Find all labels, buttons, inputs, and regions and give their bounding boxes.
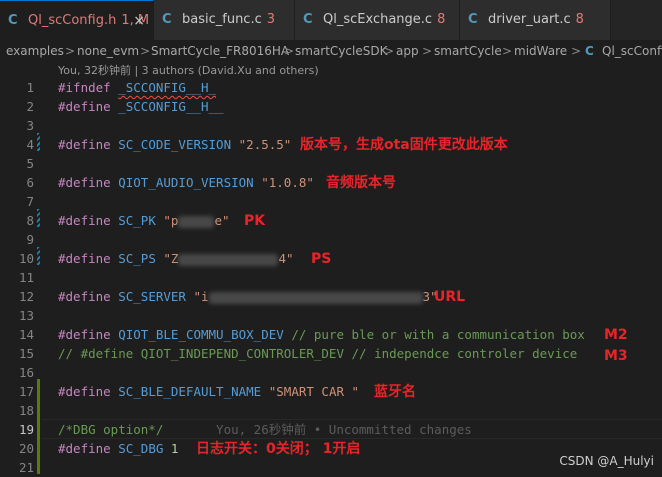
line-number: 13 bbox=[18, 308, 34, 323]
tab-label: Ql_scConfig.h bbox=[28, 13, 117, 28]
c-file-icon: C bbox=[585, 44, 594, 58]
breadcrumb-item[interactable]: Ql_scConfi bbox=[602, 40, 662, 62]
chevron-right-icon: > bbox=[502, 44, 513, 58]
code-line: #ifndef _SCCONFIG__H_ bbox=[58, 80, 217, 95]
code-line: #define SC_PS "Z 4" bbox=[58, 251, 294, 266]
annotation-audio: 音频版本号 bbox=[326, 175, 396, 191]
line-number: 1 bbox=[26, 80, 34, 95]
code-line: /*DBG option*/ You, 26秒钟前 • Uncommitted … bbox=[58, 422, 472, 437]
tab-driver-uart-c[interactable]: C driver_uart.c 8 bbox=[460, 0, 611, 40]
watermark: CSDN @A_Hulyi bbox=[559, 454, 654, 468]
breadcrumb: examples > none_evm > SmartCycle_FR8016H… bbox=[0, 40, 662, 62]
close-icon[interactable]: × bbox=[133, 1, 145, 40]
chevron-right-icon: > bbox=[284, 44, 295, 58]
c-file-icon: C bbox=[8, 13, 18, 28]
annotation-dbg: 日志开关：0关闭； 1开启 bbox=[196, 441, 361, 457]
code-line: #define SC_CODE_VERSION "2.5.5" bbox=[58, 137, 292, 152]
tab-problem-count: 8 bbox=[437, 12, 446, 27]
breadcrumb-item[interactable]: examples bbox=[6, 40, 64, 62]
codelens-blame[interactable]: You, 32秒钟前 | 3 authors (David.Xu and oth… bbox=[58, 62, 319, 79]
line-number: 11 bbox=[18, 270, 34, 285]
chevron-right-icon: > bbox=[422, 44, 433, 58]
c-file-icon: C bbox=[468, 12, 478, 27]
line-number: 5 bbox=[26, 156, 34, 171]
breadcrumb-item[interactable]: app bbox=[396, 40, 419, 62]
chevron-right-icon: > bbox=[571, 44, 582, 58]
modified-line-marker bbox=[37, 209, 40, 227]
annotation-version: 版本号，生成ota固件更改此版本 bbox=[300, 137, 508, 153]
breadcrumb-item[interactable]: smartCycleSDK bbox=[295, 40, 387, 62]
line-number: 16 bbox=[18, 365, 34, 380]
c-file-icon: C bbox=[162, 12, 172, 27]
annotation-m3: M3 bbox=[604, 348, 628, 364]
annotation-ps: PS bbox=[311, 251, 332, 267]
modified-line-marker bbox=[37, 133, 40, 151]
code-line: #define QIOT_BLE_COMMU_BOX_DEV // pure b… bbox=[58, 327, 585, 342]
code-line: #define SC_SERVER "i 3" bbox=[58, 289, 438, 304]
line-number: 10 bbox=[18, 251, 34, 266]
line-number: 19 bbox=[18, 422, 34, 437]
breadcrumb-item[interactable]: midWare bbox=[514, 40, 567, 62]
line-number: 18 bbox=[18, 403, 34, 418]
line-number: 9 bbox=[26, 232, 34, 247]
annotation-ble-name: 蓝牙名 bbox=[374, 384, 416, 400]
tab-bar: C Ql_scConfig.h 1, M × C basic_func.c 3 C … bbox=[0, 0, 662, 40]
tab-basic-func-c[interactable]: C basic_func.c 3 bbox=[154, 0, 295, 40]
code-line: // #define QIOT_INDEPEND_CONTROLER_DEV /… bbox=[58, 346, 578, 361]
line-number: 7 bbox=[26, 194, 34, 209]
tab-label: basic_func.c bbox=[182, 12, 262, 27]
tab-ql-scconfig-h[interactable]: C Ql_scConfig.h 1, M × bbox=[0, 0, 154, 40]
code-line: #define _SCCONFIG__H__ bbox=[58, 99, 224, 114]
annotation-pk: PK bbox=[244, 213, 266, 229]
tab-label: driver_uart.c bbox=[488, 12, 571, 27]
chevron-right-icon: > bbox=[140, 44, 151, 58]
annotation-m2: M2 bbox=[604, 327, 628, 343]
line-number: 20 bbox=[18, 441, 34, 456]
line-number: 14 bbox=[18, 327, 34, 342]
tab-problem-count: 8 bbox=[575, 12, 584, 27]
added-lines-marker bbox=[37, 379, 40, 474]
code-editor[interactable]: 1 2 3 4 5 6 7 8 9 10 11 12 13 14 15 16 1… bbox=[0, 79, 662, 475]
line-number: 3 bbox=[26, 118, 34, 133]
redacted-text bbox=[178, 215, 215, 228]
code-line: #define SC_BLE_DEFAULT_NAME "SMART CAR " bbox=[58, 384, 360, 399]
tab-ql-scexchange-c[interactable]: C Ql_scExchange.c 8 bbox=[295, 0, 460, 40]
code-line: #define QIOT_AUDIO_VERSION "1.0.8" bbox=[58, 175, 314, 190]
breadcrumb-item[interactable]: SmartCycle_FR8016HA bbox=[151, 40, 289, 62]
line-number: 15 bbox=[18, 346, 34, 361]
modified-line-marker bbox=[37, 247, 40, 265]
line-number: 12 bbox=[18, 289, 34, 304]
chevron-right-icon: > bbox=[384, 44, 395, 58]
redacted-text bbox=[208, 291, 423, 304]
tab-problem-count: 3 bbox=[266, 12, 276, 27]
breadcrumb-item[interactable]: none_evm bbox=[77, 40, 139, 62]
line-number: 2 bbox=[26, 99, 34, 114]
tab-label: Ql_scExchange.c bbox=[323, 12, 433, 27]
breadcrumb-item[interactable]: smartCycle bbox=[434, 40, 502, 62]
chevron-right-icon: > bbox=[65, 44, 76, 58]
line-number: 4 bbox=[26, 137, 34, 152]
line-number: 21 bbox=[18, 460, 34, 475]
line-number: 6 bbox=[26, 175, 34, 190]
annotation-url: URL bbox=[434, 289, 466, 305]
redacted-text bbox=[178, 253, 279, 266]
c-file-icon: C bbox=[303, 12, 313, 27]
inline-blame: You, 26秒钟前 • Uncommitted changes bbox=[216, 422, 472, 437]
code-line: #define SC_DBG 1 bbox=[58, 441, 179, 456]
code-line: #define SC_PK "p e" bbox=[58, 213, 230, 228]
line-number: 17 bbox=[18, 384, 34, 399]
line-number: 8 bbox=[26, 213, 34, 228]
